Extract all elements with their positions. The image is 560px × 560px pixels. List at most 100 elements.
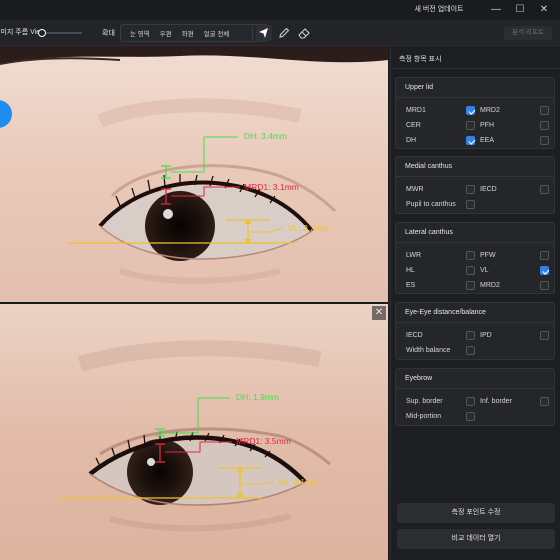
group-title-lateral-canthus: Lateral canthus [405,229,453,236]
checkbox-sup-border[interactable] [466,397,475,406]
option-mwr[interactable]: MWR [406,184,478,196]
checkbox-mid-portion[interactable] [466,412,475,421]
dh-measurement-bottom: DH: 1.9mm [236,392,279,402]
option-label: CER [406,122,421,129]
checkbox-dh[interactable] [466,136,475,145]
option-label: IECD [406,332,423,339]
zoom-slider-knob[interactable] [38,29,46,37]
eye-photo-top[interactable]: DH: 3.4mm MRD1: 3.1mm VL: 3.2mm [0,46,388,302]
option-label: Inf. border [480,398,512,405]
checkbox-eea[interactable] [540,136,549,145]
view-option-full-face[interactable]: 얼굴 전체 [200,28,234,38]
view-option-right[interactable]: 우편 [156,28,176,38]
toolbar-divider [252,26,253,40]
option-label: MRD2 [480,107,500,114]
panel-title: 측정 항목 표시 [399,56,442,63]
option-eea[interactable]: EEA [480,135,552,147]
eraser-icon[interactable] [296,25,312,41]
export-report-button[interactable]: 분석 리포트 [504,26,552,40]
dh-measurement-top: DH: 3.4mm [244,131,287,141]
option-mrd2-lateral[interactable]: MRD2 [480,280,552,292]
checkbox-mwr[interactable] [466,185,475,194]
option-iecd[interactable]: IECD [406,330,478,342]
option-ipd[interactable]: IPD [480,330,552,342]
pointer-icon[interactable] [256,25,272,41]
update-button[interactable]: 새 버전 업데이트 [408,4,470,16]
checkbox-mrd2[interactable] [540,106,549,115]
option-pfw[interactable]: PFW [480,250,552,262]
checkbox-vl[interactable] [540,266,549,275]
option-label: EEA [480,137,495,144]
option-label: Sup. border [406,398,443,405]
option-iecd-medial[interactable]: IECD [480,184,552,196]
close-window-icon[interactable]: ✕ [532,2,556,18]
option-label: LWR [406,252,422,259]
view-option-eye[interactable]: 눈 영역 [126,28,154,38]
checkbox-pupil-to-canthus[interactable] [466,200,475,209]
zoom-in-label: 확대 [102,30,115,37]
option-label: PFH [480,122,494,129]
option-es[interactable]: ES [406,280,478,292]
pen-icon[interactable] [276,25,292,41]
option-mrd2[interactable]: MRD2 [480,105,552,117]
group-title-eye-eye-distance: Eye-Eye distance/balance [405,309,486,316]
option-label: VL [480,267,489,274]
option-vl[interactable]: VL [480,265,552,277]
checkbox-iecd[interactable] [466,331,475,340]
checkbox-mrd2-lateral[interactable] [540,281,549,290]
maximize-icon[interactable]: ☐ [508,2,532,18]
checkbox-hl[interactable] [466,266,475,275]
group-title-upper-lid: Upper lid [405,84,434,91]
option-label: HL [406,267,415,274]
option-lwr[interactable]: LWR [406,250,478,262]
view-option-left[interactable]: 좌편 [178,28,198,38]
checkbox-ipd[interactable] [540,331,549,340]
close-photo-icon[interactable]: ✕ [372,306,386,320]
checkbox-pfh[interactable] [540,121,549,130]
eye-photo-top-image [0,46,388,302]
group-medial-canthus: Medial canthus MWR IECD Pupil to canthus [395,156,555,214]
group-upper-lid: Upper lid MRD1 MRD2 CER PFH DH EEA [395,77,555,149]
group-title-medial-canthus: Medial canthus [405,163,453,170]
checkbox-cer[interactable] [466,121,475,130]
option-width-balance[interactable]: Width balance [406,345,478,357]
checkbox-mrd1[interactable] [466,106,475,115]
group-divider [396,97,554,98]
eye-photo-bottom[interactable]: DH: 1.9mm MRD1: 3.5mm VL: 4.1mm [0,304,388,560]
option-label: MRD2 [480,282,500,289]
option-hl[interactable]: HL [406,265,478,277]
zoom-slider[interactable] [38,29,82,37]
minimize-icon[interactable]: — [484,2,508,18]
mrd1-measurement-bottom: MRD1: 3.5mm [236,436,291,446]
option-label: MRD1 [406,107,426,114]
option-inf-border[interactable]: Inf. border [480,396,552,408]
option-label: Width balance [406,347,451,354]
group-divider [396,242,554,243]
option-dh[interactable]: DH [406,135,478,147]
option-label: Mid-portion [406,413,442,420]
toolbar: 이미지 주름 View 확대 눈 영역 우편 좌편 얼굴 전체 분석 리포트 [0,20,560,46]
option-label: ES [406,282,416,289]
option-pupil-to-canthus[interactable]: Pupil to canthus [406,199,478,211]
group-divider [396,176,554,177]
group-eyebrow: Eyebrow Sup. border Inf. border Mid-port… [395,368,555,426]
option-pfh[interactable]: PFH [480,120,552,132]
group-lateral-canthus: Lateral canthus LWR PFW HL VL ES MRD2 [395,222,555,294]
checkbox-iecd-medial[interactable] [540,185,549,194]
eye-photo-bottom-image [0,304,388,560]
checkbox-pfw[interactable] [540,251,549,260]
option-cer[interactable]: CER [406,120,478,132]
open-compare-data-button[interactable]: 비교 데이터 열기 [397,529,555,549]
group-title-eyebrow: Eyebrow [405,375,433,382]
option-mid-portion[interactable]: Mid-portion [406,411,478,423]
option-sup-border[interactable]: Sup. border [406,396,478,408]
checkbox-lwr[interactable] [466,251,475,260]
checkbox-width-balance[interactable] [466,346,475,355]
edit-points-button[interactable]: 측정 포인트 수정 [397,503,555,523]
option-mrd1[interactable]: MRD1 [406,105,478,117]
checkbox-inf-border[interactable] [540,397,549,406]
option-label: IPD [480,332,492,339]
checkbox-es[interactable] [466,281,475,290]
vl-measurement-top: VL: 3.2mm [288,223,330,233]
option-label: Pupil to canthus [406,201,456,208]
